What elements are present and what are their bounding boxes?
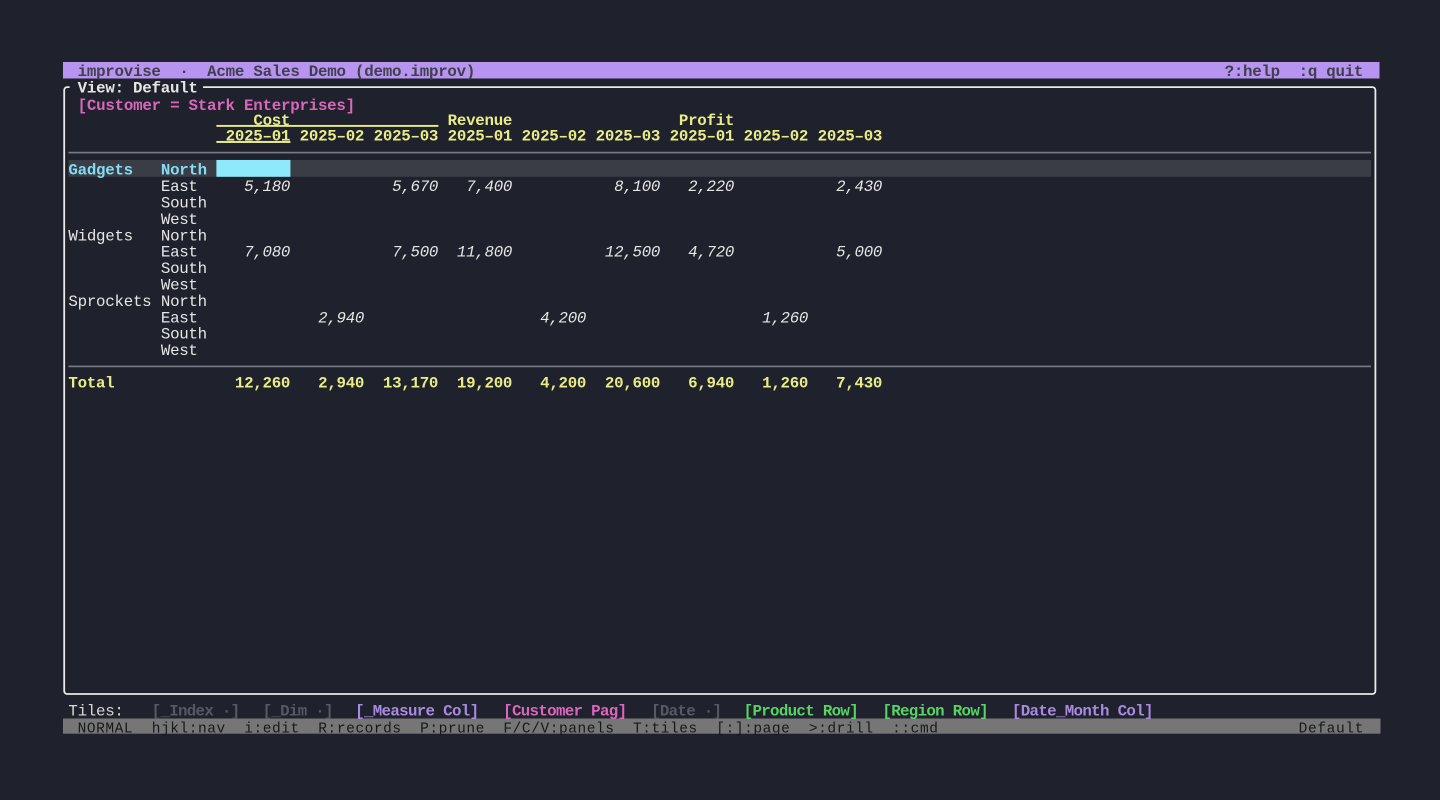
svg-text:View: Default: View: Default (78, 80, 198, 98)
svg-text:Gadgets: Gadgets (68, 162, 133, 180)
svg-text:20,600: 20,600 (605, 375, 661, 393)
svg-text:11,800: 11,800 (457, 244, 513, 262)
svg-text:2,940: 2,940 (318, 309, 364, 327)
svg-text:2025–01: 2025–01 (226, 128, 291, 146)
svg-text:2025–02: 2025–02 (300, 128, 365, 146)
svg-text:[Customer Pag]: [Customer Pag] (503, 702, 627, 720)
svg-text:[Region Row]: [Region Row] (882, 702, 988, 720)
svg-text:2025–03: 2025–03 (818, 128, 883, 146)
svg-text:South: South (161, 194, 207, 212)
svg-text:4,200: 4,200 (540, 375, 586, 393)
svg-text:Widgets: Widgets (68, 227, 133, 245)
svg-text:Total: Total (68, 375, 114, 393)
svg-text:[Date ·]: [Date ·] (651, 702, 722, 720)
svg-text:1,260: 1,260 (762, 309, 808, 327)
svg-text:2025–02: 2025–02 (744, 128, 809, 146)
svg-text:2025–03: 2025–03 (596, 128, 661, 146)
svg-text:7,430: 7,430 (836, 375, 882, 393)
svg-text:5,180: 5,180 (244, 178, 290, 196)
svg-text:[_Measure Col]: [_Measure Col] (355, 702, 479, 720)
svg-text:South: South (161, 260, 207, 278)
svg-text:7,400: 7,400 (466, 178, 512, 196)
svg-text:7,500: 7,500 (392, 244, 438, 262)
svg-text:North: North (161, 162, 207, 180)
svg-text:[_Index ·]: [_Index ·] (152, 702, 241, 720)
svg-text:2,220: 2,220 (688, 178, 734, 196)
svg-text:[Customer = Stark Enterprises]: [Customer = Stark Enterprises] (78, 97, 356, 115)
svg-text:2025–01: 2025–01 (448, 128, 513, 146)
svg-text:NORMAL hjkl:nav i:edit R:re: NORMAL hjkl:nav i:edit R:records P:prune… (78, 721, 938, 737)
svg-text:12,260: 12,260 (235, 375, 291, 393)
svg-text:South: South (161, 326, 207, 344)
svg-text:12,500: 12,500 (605, 244, 661, 262)
svg-text:East: East (161, 244, 198, 262)
svg-text:13,170: 13,170 (383, 375, 439, 393)
svg-text:improvise: improvise (78, 63, 161, 81)
svg-text:1,260: 1,260 (762, 375, 808, 393)
svg-text:2025–02: 2025–02 (522, 128, 587, 146)
svg-text:Acme Sales Demo (demo.improv): Acme Sales Demo (demo.improv) (207, 63, 475, 81)
svg-text:Tiles:: Tiles: (68, 702, 124, 720)
svg-text:East: East (161, 309, 198, 327)
svg-text:Default: Default (1299, 721, 1364, 737)
svg-text:[Date_Month Col]: [Date_Month Col] (1012, 702, 1154, 720)
svg-text:19,200: 19,200 (457, 375, 513, 393)
svg-text:6,940: 6,940 (688, 375, 734, 393)
svg-text:2025–01: 2025–01 (670, 128, 735, 146)
svg-text:West: West (161, 276, 198, 294)
svg-text:4,720: 4,720 (688, 244, 734, 262)
svg-text:8,100: 8,100 (614, 178, 660, 196)
svg-text::q quit: :q quit (1299, 63, 1364, 81)
svg-text:East: East (161, 178, 198, 196)
svg-text:7,080: 7,080 (244, 244, 290, 262)
svg-text:North: North (161, 227, 207, 245)
svg-text:5,000: 5,000 (836, 244, 882, 262)
svg-text:North: North (161, 293, 207, 311)
svg-text:[_Dim ·]: [_Dim ·] (263, 702, 334, 720)
svg-text:·: · (179, 63, 188, 81)
svg-text:2,940: 2,940 (318, 375, 364, 393)
svg-text:[Product Row]: [Product Row] (744, 702, 859, 720)
svg-text:2025–03: 2025–03 (374, 128, 439, 146)
svg-text:Sprockets: Sprockets (68, 293, 151, 311)
svg-text:2,430: 2,430 (836, 178, 882, 196)
svg-text:West: West (161, 342, 198, 360)
svg-text:5,670: 5,670 (392, 178, 438, 196)
svg-text:?:help: ?:help (1225, 63, 1281, 81)
svg-text:West: West (161, 211, 198, 229)
svg-text:4,200: 4,200 (540, 309, 586, 327)
